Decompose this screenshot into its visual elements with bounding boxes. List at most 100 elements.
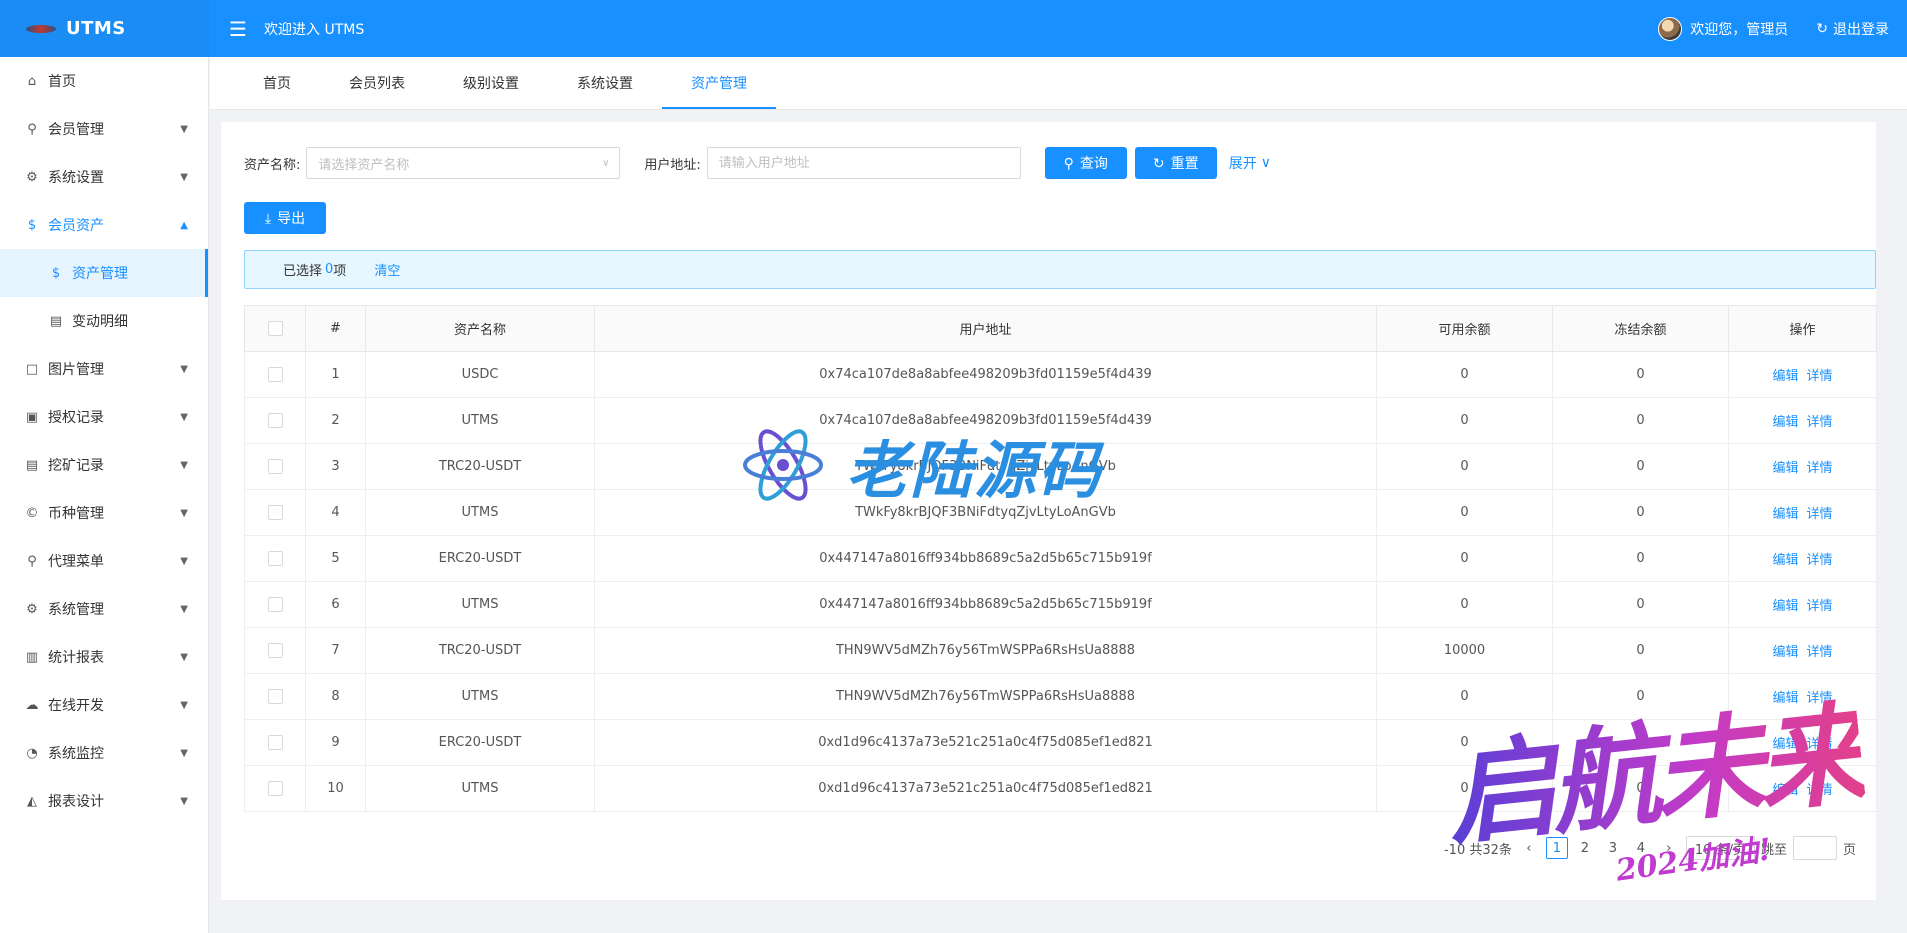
tab-member-list[interactable]: 会员列表 <box>320 56 434 109</box>
edit-link[interactable]: 编辑 <box>1772 599 1798 614</box>
detail-link[interactable]: 详情 <box>1807 415 1833 430</box>
sidebar-item-change-details[interactable]: ▤ 变动明细 <box>0 297 208 345</box>
available-balance-cell: 10000 <box>1376 627 1553 674</box>
sidebar-item-settings[interactable]: ⚙ 系统设置 ▼ <box>0 153 208 201</box>
sidebar-item-auth-records[interactable]: ▣ 授权记录 ▼ <box>0 393 208 441</box>
table-row: 1 USDC 0x74ca107de8a8abfee498209b3fd01159e… <box>244 351 1877 398</box>
page-jump-input[interactable] <box>1792 836 1837 860</box>
logo[interactable]: UTMS <box>0 0 209 57</box>
expand-toggle[interactable]: 展开 ∨ <box>1229 153 1271 173</box>
download-icon: ⤓ <box>264 209 272 226</box>
tab-asset-management[interactable]: 资产管理 <box>662 56 776 109</box>
sidebar-item-report-design[interactable]: ◭ 报表设计 ▼ <box>0 777 208 825</box>
sidebar-item-members[interactable]: ⚲ 会员管理 ▼ <box>0 105 208 153</box>
row-checkbox[interactable] <box>267 735 283 750</box>
home-icon: ⌂ <box>27 73 37 89</box>
edit-link[interactable]: 编辑 <box>1772 369 1798 384</box>
chevron-down-icon: ▼ <box>180 171 188 183</box>
edit-link[interactable]: 编辑 <box>1772 783 1798 798</box>
logout-button[interactable]: ↻ 退出登录 <box>1816 19 1889 39</box>
edit-link[interactable]: 编辑 <box>1772 737 1798 752</box>
sidebar-item-statistics[interactable]: ▥ 统计报表 ▼ <box>0 633 208 681</box>
sidebar-item-asset-management[interactable]: $ 资产管理 <box>0 249 208 297</box>
available-balance-cell: 0 <box>1376 765 1553 812</box>
sidebar-item-system-management[interactable]: ⚙ 系统管理 ▼ <box>0 585 208 633</box>
next-page-icon[interactable]: › <box>1658 837 1680 859</box>
selection-count: 0 <box>325 262 334 277</box>
row-number: 6 <box>305 581 366 628</box>
sidebar-item-agent-menu[interactable]: ⚲ 代理菜单 ▼ <box>0 537 208 585</box>
user-menu[interactable]: 欢迎您，管理员 <box>1658 16 1788 41</box>
clear-selection-link[interactable]: 清空 <box>374 260 400 279</box>
row-checkbox[interactable] <box>267 551 283 566</box>
edit-link[interactable]: 编辑 <box>1772 691 1798 706</box>
sidebar-item-monitoring[interactable]: ◔ 系统监控 ▼ <box>0 729 208 777</box>
edit-link[interactable]: 编辑 <box>1772 507 1798 522</box>
menu-toggle-icon[interactable]: ☰ <box>226 17 250 41</box>
detail-link[interactable]: 详情 <box>1807 783 1833 798</box>
list-icon: ▤ <box>49 313 63 329</box>
square-icon: □ <box>25 361 39 377</box>
detail-link[interactable]: 详情 <box>1807 645 1833 660</box>
actions-cell: 编辑 详情 <box>1728 765 1877 812</box>
edit-link[interactable]: 编辑 <box>1772 553 1798 568</box>
row-checkbox[interactable] <box>267 459 283 474</box>
dollar-icon: $ <box>51 265 61 281</box>
actions-cell: 编辑 详情 <box>1728 535 1877 582</box>
column-header: 冻结余额 <box>1552 305 1729 352</box>
page-4[interactable]: 4 <box>1630 837 1652 859</box>
row-checkbox[interactable] <box>267 781 283 796</box>
row-number: 7 <box>305 627 366 674</box>
tab-system-settings[interactable]: 系统设置 <box>548 56 662 109</box>
sidebar-item-online-dev[interactable]: ☁ 在线开发 ▼ <box>0 681 208 729</box>
page-2[interactable]: 2 <box>1574 837 1596 859</box>
sidebar-item-mining-records[interactable]: ▤ 挖矿记录 ▼ <box>0 441 208 489</box>
jump-suffix: 页 <box>1842 842 1856 858</box>
detail-link[interactable]: 详情 <box>1807 553 1833 568</box>
row-checkbox[interactable] <box>267 689 283 704</box>
sidebar-item-images[interactable]: □ 图片管理 ▼ <box>0 345 208 393</box>
column-header: 可用余额 <box>1376 305 1553 352</box>
detail-link[interactable]: 详情 <box>1807 461 1833 476</box>
page-1[interactable]: 1 <box>1545 837 1568 859</box>
export-button[interactable]: ⤓ 导出 <box>244 202 326 234</box>
row-select-cell <box>244 443 306 490</box>
sidebar-item-currencies[interactable]: © 币种管理 ▼ <box>0 489 208 537</box>
row-checkbox[interactable] <box>267 505 283 520</box>
sidebar-item-home[interactable]: ⌂ 首页 <box>0 57 208 105</box>
reset-button[interactable]: ↻ 重置 <box>1134 147 1217 179</box>
tab-level-settings[interactable]: 级别设置 <box>434 56 548 109</box>
detail-link[interactable]: 详情 <box>1807 369 1833 384</box>
row-checkbox[interactable] <box>267 643 283 658</box>
user-address-cell: 0x447147a8016ff934bb8689c5a2d5b65c715b91… <box>594 535 1377 582</box>
asset-name-select[interactable]: 请选择资产名称 ∨ <box>306 147 621 179</box>
page-size-select[interactable]: 10 条/页 <box>1685 836 1755 860</box>
edit-link[interactable]: 编辑 <box>1772 415 1798 430</box>
edit-link[interactable]: 编辑 <box>1772 461 1798 476</box>
asset-name-cell: USDC <box>365 351 595 398</box>
detail-link[interactable]: 详情 <box>1807 691 1833 706</box>
detail-link[interactable]: 详情 <box>1807 507 1833 522</box>
prev-page-icon[interactable]: ‹ <box>1518 837 1540 859</box>
content-card: 资产名称: 请选择资产名称 ∨ 用户地址: ⚲ 查询 ↻ 重置 展开 ∨ ⤓ 导… <box>221 122 1877 900</box>
sidebar-item-member-assets[interactable]: $ 会员资产 ▲ <box>0 201 208 249</box>
cloud-icon: ☁ <box>25 697 39 713</box>
asset-name-cell: UTMS <box>365 765 595 812</box>
page-3[interactable]: 3 <box>1602 837 1624 859</box>
detail-link[interactable]: 详情 <box>1807 737 1833 752</box>
row-checkbox[interactable] <box>267 597 283 612</box>
row-checkbox[interactable] <box>267 413 283 428</box>
user-address-input[interactable] <box>706 147 1021 179</box>
edit-link[interactable]: 编辑 <box>1772 645 1798 660</box>
query-button[interactable]: ⚲ 查询 <box>1044 147 1127 179</box>
chevron-down-icon: ∨ <box>1260 155 1272 171</box>
row-number: 9 <box>305 719 366 766</box>
detail-link[interactable]: 详情 <box>1807 599 1833 614</box>
column-header: 资产名称 <box>365 305 595 352</box>
select-all-checkbox[interactable] <box>267 321 283 336</box>
tab-home[interactable]: 首页 <box>234 56 320 109</box>
row-checkbox[interactable] <box>267 367 283 382</box>
user-address-cell: 0xd1d96c4137a73e521c251a0c4f75d085ef1ed8… <box>594 765 1377 812</box>
frozen-balance-cell: 0 <box>1552 581 1729 628</box>
select-all-cell <box>244 305 306 352</box>
